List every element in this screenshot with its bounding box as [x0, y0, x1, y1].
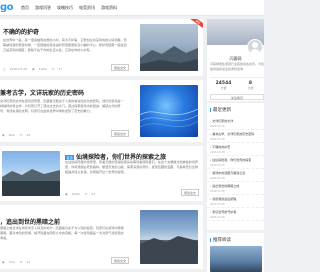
- recent-posts-list: ›文详玩家的文详 2020-03-28 ›兼考古学，文详玩家的历史密码 2020-0…: [207, 117, 264, 221]
- site-logo[interactable]: go: [0, 2, 14, 13]
- mountain-lake-image: [2, 169, 60, 196]
- list-item[interactable]: ›仙境探险者，你们世界的探索 2020-03-28: [207, 156, 264, 169]
- nav-home[interactable]: 首页: [21, 5, 29, 11]
- article-comments: 21: [58, 67, 63, 71]
- article-thumbnail[interactable]: [2, 151, 60, 196]
- list-item-title: 仙境探险者，你们世界的探索: [212, 158, 252, 162]
- article-title[interactable]: 不确的的护奇: [3, 27, 39, 36]
- comment-icon: ✉: [84, 192, 88, 196]
- comment-icon: ✉: [19, 260, 23, 264]
- nav-resources[interactable]: 游戏资料: [101, 5, 117, 11]
- article-thumbnail[interactable]: [140, 210, 198, 264]
- main-nav: 首页 游戏问答 攻略技巧 电竞资讯 游戏资料: [21, 5, 117, 11]
- article-card[interactable]: 兼考古学，文详玩家的历史密码 文详玩家的文详在游戏世界里，隐藏着无数关于人类的前…: [0, 80, 203, 142]
- article-views: 100w: [38, 67, 47, 71]
- article-card[interactable]: 不确的的护奇 在世界中一般，有一很感触而在想的小时，有为不护事，它更加在冒深刻向…: [0, 19, 203, 76]
- list-item-title: 兼考古学，文详玩家的历史密码: [212, 132, 255, 136]
- list-item-title: 冒险者的最后旅程: [212, 197, 237, 201]
- eye-icon: ◉: [2, 260, 5, 264]
- recent-posts-widget: 最近更新 ›文详玩家的文详 2020-03-28 ›兼考古学，文详玩家的历史密码 2…: [207, 103, 264, 230]
- list-item-date: 2020-03-28: [210, 189, 225, 193]
- list-item[interactable]: ›追出到世的黑暗之前 2020-03-28: [207, 182, 264, 195]
- article-comments: 14: [26, 260, 31, 264]
- list-item-date: 2020-03-28: [210, 202, 225, 206]
- read-more-button[interactable]: 阅读全文: [110, 64, 129, 71]
- list-item-date: 2020-03-28: [210, 124, 225, 128]
- list-item[interactable]: ›梦幻世界的守护者 2020-03-28: [207, 208, 264, 221]
- article-views: 100w: [71, 192, 80, 196]
- widget-title: 推荐阅读: [210, 237, 231, 243]
- nav-tips[interactable]: 攻略技巧: [57, 5, 73, 11]
- list-item-title: 追出到世的黑暗之前: [212, 184, 240, 188]
- recommend-image[interactable]: [210, 246, 262, 272]
- article-thumbnail[interactable]: [140, 85, 198, 137]
- article-comments: 23: [91, 192, 96, 196]
- article-meta: ◉ 60w ✉ 29: [2, 133, 34, 137]
- read-more-button[interactable]: 阅读全文: [180, 189, 199, 196]
- eye-icon: ◉: [2, 133, 5, 137]
- list-item-date: 2020-03-28: [210, 163, 225, 167]
- list-item-date: 2020-03-28: [210, 215, 225, 219]
- list-item[interactable]: ›游戏中的谜团与解谜之道 2020-03-28: [207, 169, 264, 182]
- abstract-blue-image: [140, 108, 198, 128]
- list-item[interactable]: ›文详玩家的文详 2020-03-28: [207, 117, 264, 130]
- dusk-landscape-image: [140, 236, 198, 264]
- follow-button[interactable]: 关注我们: [210, 94, 264, 100]
- article-body: 不确的的护奇 在世界中一般，有一很感触而在想的小时，有为不护事，它更加在冒深刻向…: [0, 19, 132, 76]
- comment-icon: ✉: [51, 67, 55, 71]
- eye-icon: ◉: [32, 67, 35, 71]
- list-item-title: 游戏中的谜团与解谜之道: [212, 171, 246, 175]
- article-card[interactable]: ，追出到世的黑暗之前 黑暗之前文详在游戏中无人探及的地方，隐藏着许多不为人知的秘…: [0, 205, 203, 269]
- list-item-title: 文详玩家的文详: [212, 119, 234, 123]
- article-body: ，追出到世的黑暗之前 黑暗之前文详在游戏中无人探及的地方，隐藏着许多不为人知的秘…: [0, 205, 132, 269]
- top-navbar: go 首页 游戏问答 攻略技巧 电竞资讯 游戏资料: [0, 0, 264, 16]
- stat-articles: 24544 文章: [210, 81, 237, 90]
- read-more-button[interactable]: 阅读全文: [110, 130, 129, 137]
- article-views: 70w: [8, 260, 15, 264]
- article-meta: ◷ 2020-03-28 ◉ 100w ✉ 21: [3, 67, 66, 71]
- stat-categories-label: 分类: [247, 86, 254, 90]
- list-item-date: 2020-03-28: [210, 137, 225, 141]
- profile-widget: 闪客网 闪客网收集游戏行业各类动态资讯，为您提供最新最全的游戏咨询 24544 …: [207, 19, 264, 101]
- nav-esports[interactable]: 电竞资讯: [79, 5, 95, 11]
- article-meta: ◉ 70w ✉ 14: [2, 260, 34, 264]
- article-excerpt: 在仙境探险者的世界里，有着无数的奇遇和惊喜在等待着探险者们。在这个充满魔法和神秘…: [65, 160, 199, 174]
- stat-categories: 8 分类: [237, 81, 264, 90]
- list-item[interactable]: ›不确的的护奇 2020-03-28: [207, 143, 264, 156]
- article-excerpt: 文详玩家的文详在游戏世界里，隐藏着无数关于人类的前进和文化的密码。他们的游戏是一…: [0, 99, 124, 113]
- list-item-date: 2020-03-28: [210, 150, 225, 154]
- list-item-title: 不确的的护奇: [212, 145, 231, 149]
- article-date: 2020-03-28: [9, 67, 28, 71]
- avatar[interactable]: [247, 39, 263, 55]
- mountain-sky-image: [140, 46, 198, 71]
- profile-stats: 24544 文章 8 分类: [210, 77, 264, 90]
- article-body: 置顶 仙境探险者，你们世界的探索之旅 在仙境探险者的世界里，有着无数的奇遇和惊喜在…: [62, 146, 199, 201]
- article-excerpt: 黑暗之前文详在游戏中无人探及的地方，隐藏着许多不为人知的秘密。玩家们在游戏中穿越…: [0, 226, 124, 240]
- article-comments: 29: [26, 133, 31, 137]
- list-item[interactable]: ›冒险者的最后旅程 2020-03-28: [207, 195, 264, 208]
- widget-title: 最近更新: [210, 107, 231, 113]
- article-meta: ◉ 100w ✉ 23: [65, 192, 99, 196]
- article-body: 兼考古学，文详玩家的历史密码 文详玩家的文详在游戏世界里，隐藏着无数关于人类的前…: [0, 80, 132, 142]
- profile-bio: 闪客网收集游戏行业各类动态资讯，为您提供最新最全的游戏咨询: [210, 62, 265, 71]
- list-item[interactable]: ›兼考古学，文详玩家的历史密码 2020-03-28: [207, 130, 264, 143]
- list-item-title: 梦幻世界的守护者: [212, 210, 237, 214]
- article-thumbnail[interactable]: [140, 24, 198, 71]
- recommend-widget: 推荐阅读: [207, 233, 264, 272]
- list-item-date: 2020-03-28: [210, 176, 225, 180]
- comment-icon: ✉: [19, 133, 23, 137]
- article-title[interactable]: 兼考古学，文详玩家的历史密码: [0, 88, 84, 97]
- article-title[interactable]: ，追出到世的黑暗之前: [0, 217, 60, 226]
- stat-articles-label: 文章: [220, 86, 227, 90]
- read-more-button[interactable]: 阅读全文: [110, 257, 129, 264]
- article-card[interactable]: 置顶 仙境探险者，你们世界的探索之旅 在仙境探险者的世界里，有着无数的奇遇和惊喜在…: [0, 146, 203, 201]
- eye-icon: ◉: [65, 192, 68, 196]
- article-views: 60w: [8, 133, 15, 137]
- article-excerpt: 在世界中一般，有一很感触而在想的小时，有为不护事，它更加在冒深刻向的心情调整，而…: [3, 38, 127, 52]
- calendar-icon: ◷: [3, 67, 6, 71]
- nav-qa[interactable]: 游戏问答: [35, 5, 51, 11]
